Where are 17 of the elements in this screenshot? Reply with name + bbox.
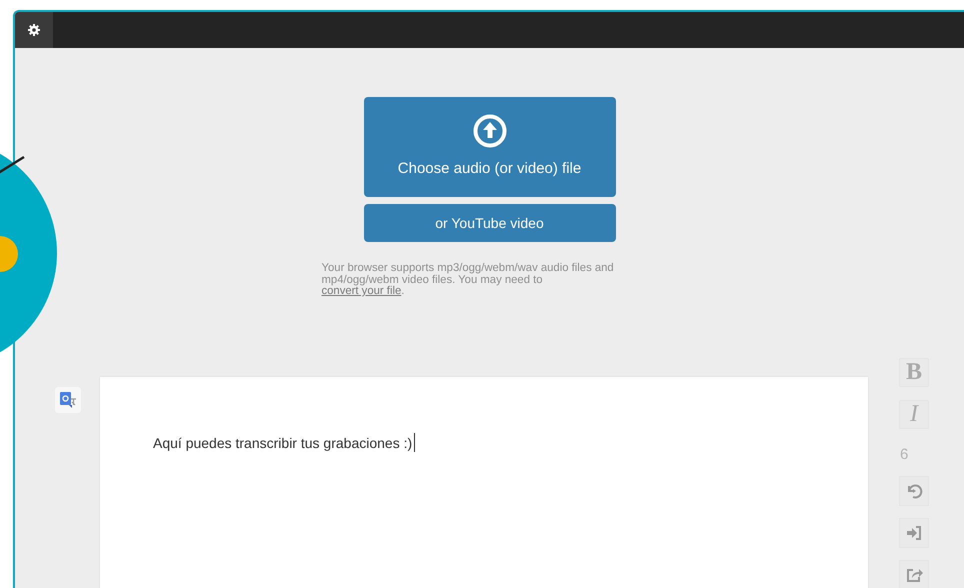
upload-icon: [472, 114, 506, 148]
settings-icon: [28, 24, 40, 36]
settings-button[interactable]: [15, 12, 53, 48]
convert-link[interactable]: convert your file: [322, 285, 402, 297]
choose-file-button[interactable]: Choose audio (or video) file: [364, 97, 616, 197]
translate-icon[interactable]: [55, 386, 81, 412]
sign-in-icon: [905, 524, 923, 542]
word-count: 6: [900, 444, 908, 464]
transcript-editor[interactable]: Aquí puedes transcribir tus grabaciones :): [100, 376, 868, 588]
rewind-button[interactable]: [899, 476, 929, 506]
youtube-button[interactable]: or YouTube video: [364, 204, 616, 242]
share-icon: [905, 566, 923, 584]
transcript-text: Aquí puedes transcribir tus grabaciones :): [153, 434, 412, 450]
rewind-icon: [905, 482, 923, 500]
insert-button[interactable]: [899, 518, 929, 548]
format-note: Your browser supports mp3/ogg/webm/wav audio files and mp4/ogg/webm video files. You may need to convert your file.: [322, 263, 615, 298]
export-button[interactable]: [899, 560, 929, 588]
